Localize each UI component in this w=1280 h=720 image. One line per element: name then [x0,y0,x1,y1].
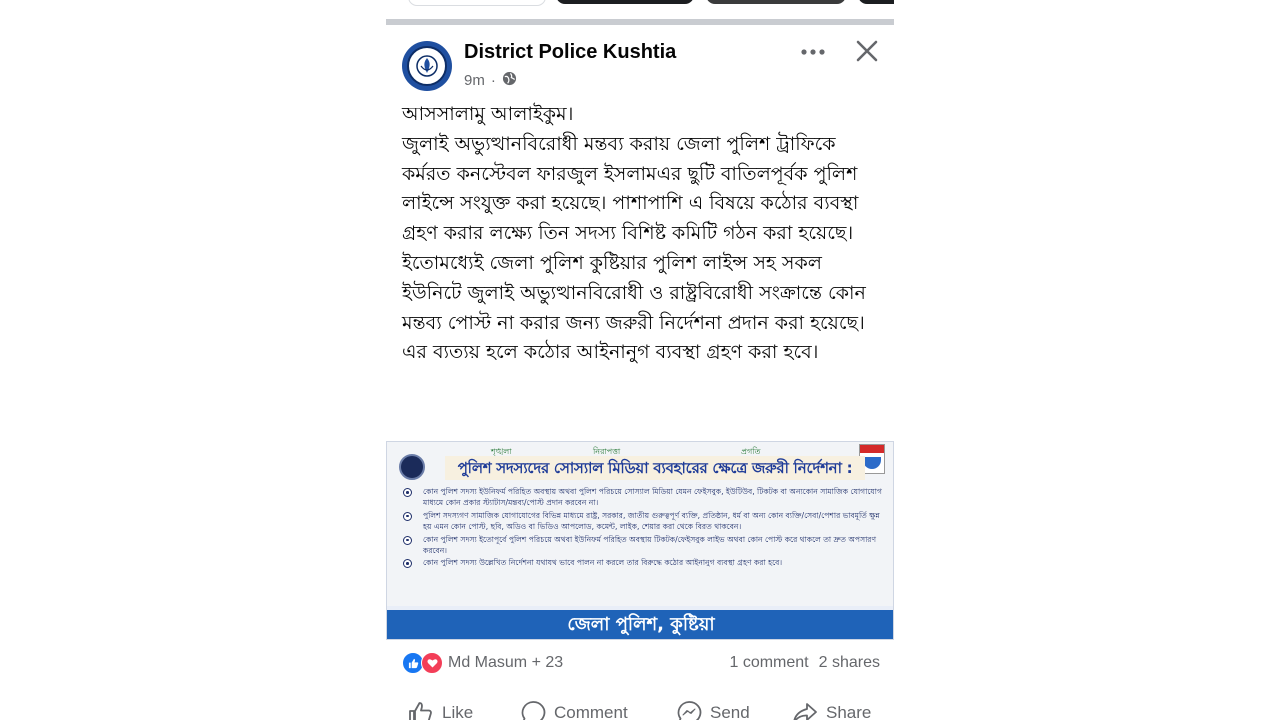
top-chip[interactable] [706,0,846,4]
share-icon [793,703,817,720]
post-meta: 9m · [464,70,517,90]
comment-button[interactable]: Comment [520,698,628,720]
meta-separator: · [490,71,496,89]
reaction-icons[interactable] [402,652,444,674]
post-text-line: জুলাই অভ্যুত্থানবিরোধী মন্তব্য করায় জেল… [402,132,859,245]
love-reaction-icon [421,652,443,674]
reactors-summary[interactable]: Md Masum + 23 [448,654,563,672]
banner-instruction-text: কোন পুলিশ সদস্য ইউনিফর্ম পরিহিত অবস্থায়… [423,487,882,508]
bullet-icon [403,559,412,569]
post-time[interactable]: 9m [464,72,485,89]
feed-divider [386,19,894,25]
page-name-link[interactable]: District Police Kushtia [464,41,676,64]
top-chip[interactable] [556,0,694,4]
more-dots-icon [801,49,825,55]
police-logo-icon [399,454,425,480]
post-body: আসসালামু আলাইকুম। জুলাই অভ্যুত্থানবিরোধী… [402,100,886,368]
comments-count[interactable]: 1 comment [729,654,808,672]
page-avatar[interactable] [402,41,452,91]
like-button[interactable]: Like [408,698,473,720]
top-chip[interactable] [408,0,546,6]
share-button[interactable]: Share [792,698,871,720]
bullet-icon [403,535,412,545]
banner-instruction-item: কোন পুলিশ সদস্য উল্লেখিত নির্দেশনা যথাযথ… [401,557,885,569]
post-text-line: আসসালামু আলাইকুম। [402,103,574,125]
messenger-icon [677,701,702,720]
banner-instructions: কোন পুলিশ সদস্য ইউনিফর্ম পরিহিত অবস্থায়… [401,486,885,570]
more-options-button[interactable] [796,40,830,64]
banner-instruction-text: কোন পুলিশ সদস্য ইতোপূর্বে পুলিশ পরিচয়ে … [423,534,877,556]
comment-label: Comment [554,703,628,720]
close-post-button[interactable] [852,36,882,66]
post-image-banner[interactable]: শৃঙ্খলা নিরাপত্তা প্রগতি পুলিশ সদস্যদের … [386,441,894,640]
top-chip[interactable] [858,0,894,4]
banner-instruction-item: কোন পুলিশ সদস্য ইতোপূর্বে পুলিশ পরিচয়ে … [401,534,885,557]
comment-icon [521,701,546,720]
globe-icon [502,71,517,90]
reactions-summary: Md Masum + 23 1 comment 2 shares [402,650,880,676]
bullet-icon [403,488,412,497]
banner-instruction-text: পুলিশ সদস্যগণ সামাজিক যোগাযোগের বিভিন্ন … [423,510,880,532]
like-label: Like [442,703,474,720]
banner-heading: পুলিশ সদস্যদের সোস্যাল মিডিয়া ব্যবহারের… [445,456,865,480]
close-icon [856,40,878,62]
share-label: Share [826,703,872,720]
shares-count[interactable]: 2 shares [819,654,880,672]
banner-footer: জেলা পুলিশ, কুষ্টিয়া [387,606,893,639]
engagement-counts: 1 comment 2 shares [729,654,880,672]
post-text-line: এর ব্যত্যয় হলে কঠোর আইনানুগ ব্যবস্থা গ্… [402,341,819,364]
send-label: Send [710,703,750,720]
banner-instruction-text: কোন পুলিশ সদস্য উল্লেখিত নির্দেশনা যথাযথ… [423,558,783,568]
post-actions: Like Comment Send Share [386,694,894,720]
banner-instruction-item: কোন পুলিশ সদস্য ইউনিফর্ম পরিহিত অবস্থায়… [401,486,885,509]
top-chips-strip [386,0,894,20]
police-emblem-icon [407,46,447,86]
post-card: District Police Kushtia 9m · আসসালামু আল… [386,0,894,720]
send-button[interactable]: Send [676,698,750,720]
banner-instruction-item: পুলিশ সদস্যগণ সামাজিক যোগাযোগের বিভিন্ন … [401,510,885,533]
bullet-icon [403,511,412,521]
post-text-line: ইতোমধ্যেই জেলা পুলিশ কুষ্টিয়ার পুলিশ লা… [402,251,866,334]
like-icon [409,702,432,720]
